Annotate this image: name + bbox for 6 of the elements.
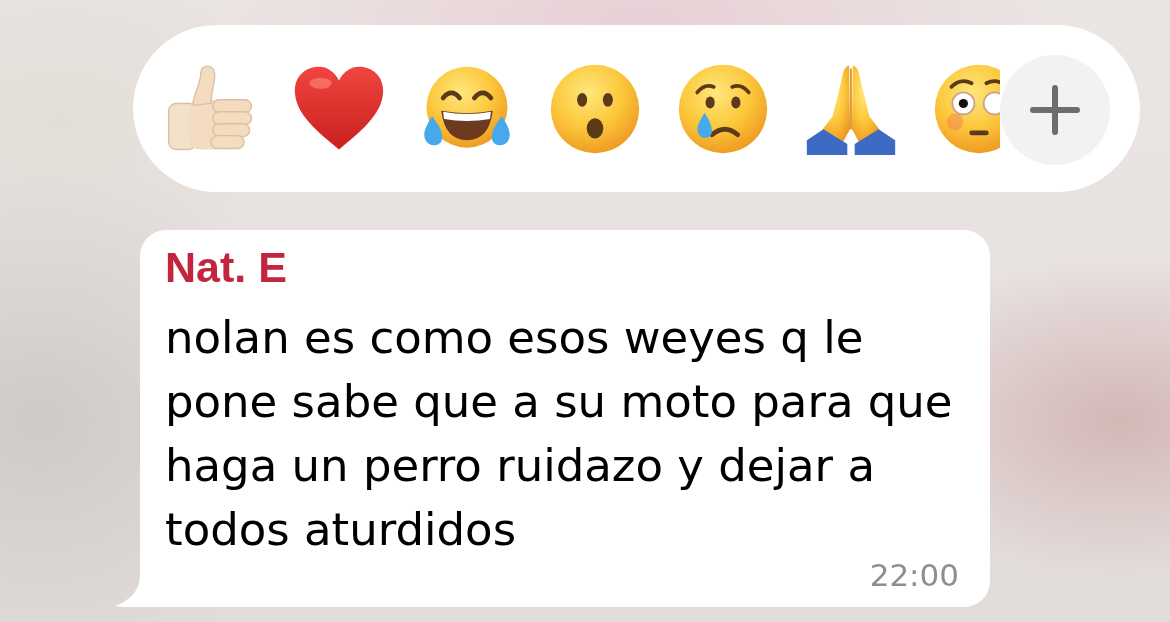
message-time: 22:00 bbox=[869, 563, 959, 587]
surprised-face-icon[interactable] bbox=[549, 62, 641, 155]
crying-face-icon[interactable] bbox=[677, 62, 769, 155]
message-text: nolan es como esos weyes q le pone sabe que a su moto para que haga un perro ruidazo y dejar a todos aturdidos bbox=[165, 310, 954, 558]
sender-name: Nat. E bbox=[165, 243, 287, 291]
plus-icon bbox=[1030, 85, 1080, 135]
